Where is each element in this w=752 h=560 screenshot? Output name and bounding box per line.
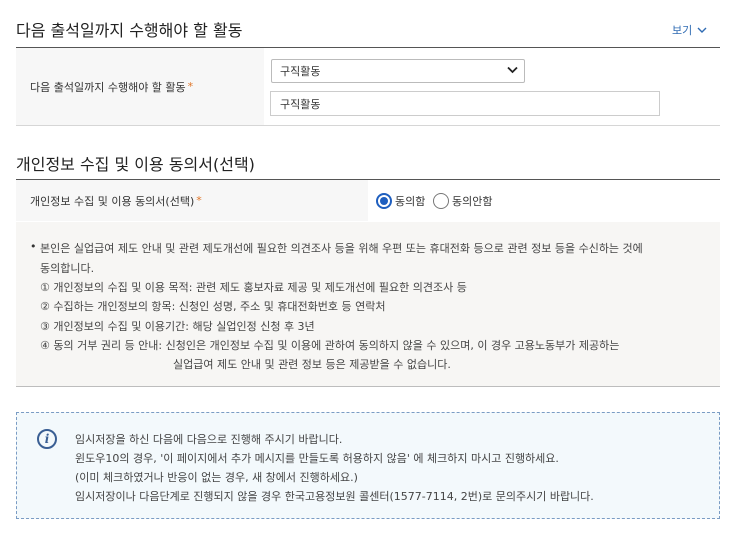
notice-line: ③ 개인정보의 수집 및 이용기간: 해당 실업인정 신청 후 3년: [40, 320, 315, 333]
info-line: (이미 체크하였거나 반응이 없는 경우, 새 창에서 진행하세요.): [75, 471, 358, 484]
chevron-down-icon: [507, 66, 518, 74]
radio-agree[interactable]: 동의함: [376, 193, 425, 209]
privacy-notice: • 본인은 실업급여 제도 안내 및 관련 제도개선에 필요한 의견조사 등을 …: [16, 222, 720, 386]
activity-field-label: 다음 출석일까지 수행해야 할 활동 *: [16, 48, 264, 125]
activity-select-value: 구직활동: [280, 65, 321, 78]
notice-line: 실업급여 제도 안내 및 관련 정보 등은 제공받을 수 없습니다.: [173, 358, 451, 371]
notice-line: ④ 동의 거부 권리 등 안내: 신청인은 개인정보 수집 및 이용에 관하여 …: [40, 339, 620, 352]
activity-select[interactable]: 구직활동: [271, 59, 525, 83]
radio-unselected-icon: [433, 193, 449, 209]
required-mark: *: [196, 194, 202, 207]
radio-disagree[interactable]: 동의안함: [433, 193, 492, 209]
view-toggle-label: 보기: [672, 24, 693, 37]
notice-line: ② 수집하는 개인정보의 항목: 신청인 성명, 주소 및 휴대전화번호 등 연…: [40, 300, 386, 313]
section-title-activity: 다음 출석일까지 수행해야 할 활동: [16, 21, 243, 40]
section-title-privacy: 개인정보 수집 및 이용 동의서(선택): [16, 155, 255, 174]
radio-disagree-label: 동의안함: [452, 195, 493, 208]
notice-line: 본인은 실업급여 제도 안내 및 관련 제도개선에 필요한 의견조사 등을 위해…: [40, 242, 643, 255]
privacy-field-label: 개인정보 수집 및 이용 동의서(선택) *: [16, 180, 368, 221]
notice-line: ① 개인정보의 수집 및 이용 목적: 관련 제도 홍보자료 제공 및 제도개선…: [40, 281, 467, 294]
radio-selected-icon: [376, 193, 392, 209]
info-line: 임시저장을 하신 다음에 다음으로 진행해 주시기 바랍니다.: [75, 433, 343, 446]
section-divider: [16, 125, 720, 126]
section-divider: [16, 386, 720, 387]
activity-input[interactable]: 구직활동: [270, 91, 660, 116]
info-box: i 임시저장을 하신 다음에 다음으로 진행해 주시기 바랍니다. 윈도우10의…: [16, 412, 720, 519]
info-line: 임시저장이나 다음단계로 진행되지 않을 경우 한국고용정보원 콜센터(1577…: [75, 490, 594, 503]
info-icon: i: [37, 429, 57, 449]
radio-agree-label: 동의함: [395, 195, 426, 208]
chevron-down-icon: [697, 27, 707, 33]
info-line: 윈도우10의 경우, '이 페이지에서 추가 메시지를 만들도록 허용하지 않음…: [75, 452, 559, 465]
bullet-icon: •: [30, 240, 37, 253]
view-toggle-button[interactable]: 보기: [672, 22, 707, 38]
notice-line: 동의합니다.: [40, 262, 95, 275]
required-mark: *: [187, 80, 194, 93]
